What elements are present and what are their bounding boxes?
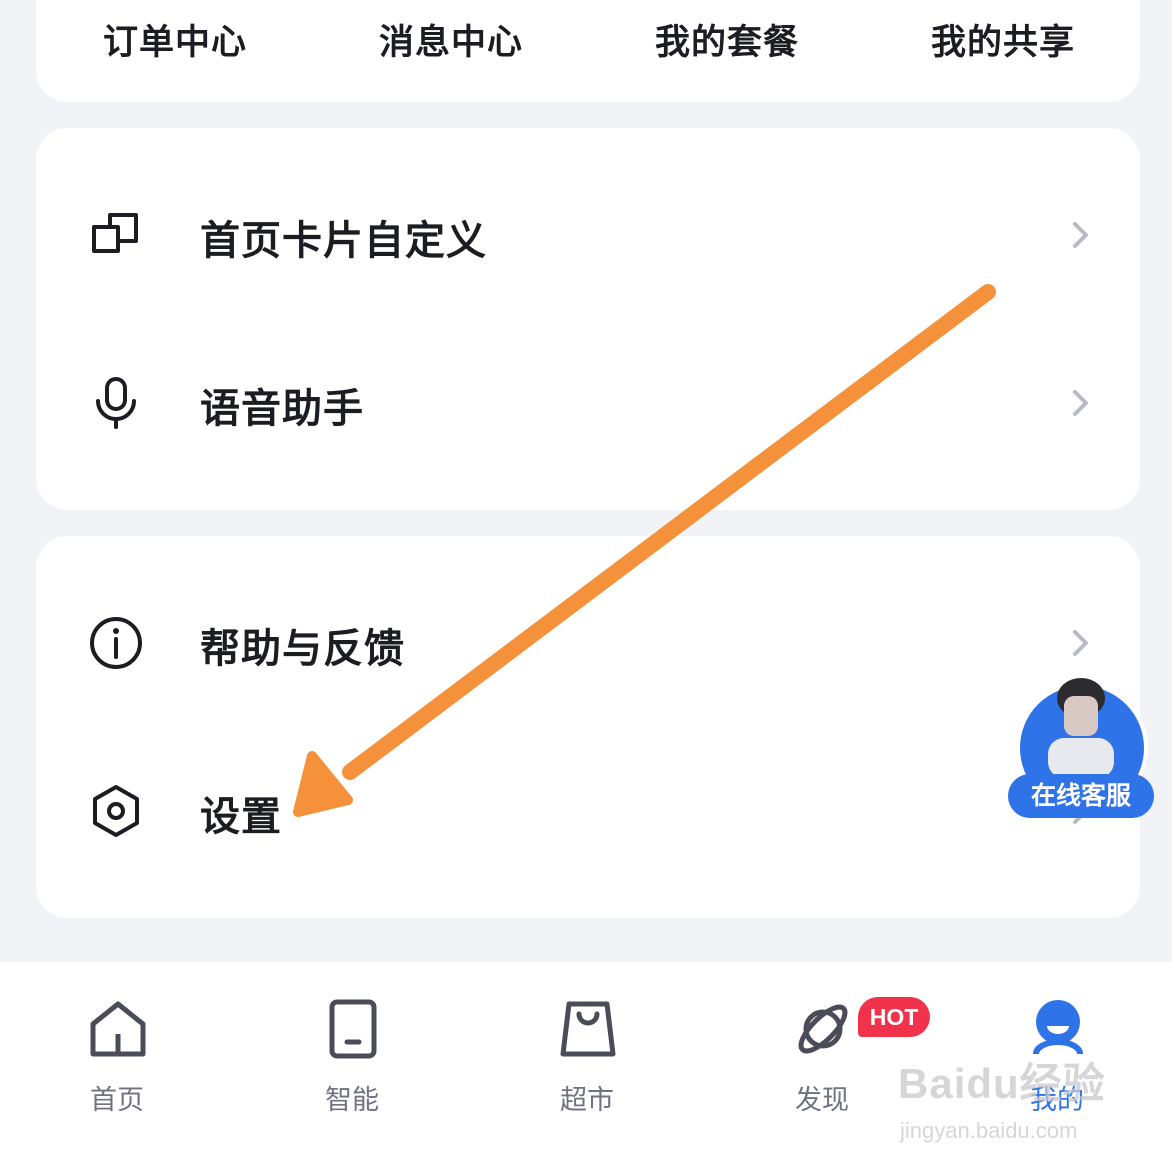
quick-link-sharing[interactable]: 我的共享 xyxy=(931,14,1075,65)
menu-item-label: 首页卡片自定义 xyxy=(200,218,487,264)
menu-item-label: 帮助与反馈 xyxy=(200,626,405,672)
tab-smart[interactable]: 智能 xyxy=(292,994,412,1116)
chevron-right-icon xyxy=(1073,222,1088,248)
watermark-url: jingyan.baidu.com xyxy=(900,1118,1078,1143)
quick-link-plans[interactable]: 我的套餐 xyxy=(655,14,799,65)
quick-link-orders[interactable]: 订单中心 xyxy=(103,14,247,65)
tablet-icon xyxy=(329,999,377,1059)
shopping-bag-icon xyxy=(560,1001,616,1057)
menu-item-home-card-customize[interactable]: 首页卡片自定义 xyxy=(36,180,1140,290)
online-service-float-button[interactable]: 在线客服 xyxy=(1008,672,1154,818)
service-label: 在线客服 xyxy=(1008,774,1154,818)
quick-link-messages[interactable]: 消息中心 xyxy=(379,14,523,65)
settings-hexagon-icon xyxy=(93,785,139,837)
hot-badge: HOT xyxy=(858,997,930,1037)
menu-item-label: 设置 xyxy=(200,794,282,840)
tab-home[interactable]: 首页 xyxy=(57,994,177,1116)
menu-item-label: 语音助手 xyxy=(200,386,364,432)
watermark-main: Baidu经验 xyxy=(898,1060,1106,1107)
baidu-watermark: Baidu经验 jingyan.baidu.com xyxy=(898,1042,1158,1152)
tab-label: 首页 xyxy=(90,1085,144,1116)
home-icon xyxy=(90,1001,146,1057)
cards-icon xyxy=(92,213,138,253)
planet-icon xyxy=(798,1004,848,1054)
tab-market[interactable]: 超市 xyxy=(527,994,647,1116)
menu-item-settings[interactable]: 设置 xyxy=(36,756,1140,866)
tab-label: 智能 xyxy=(325,1085,379,1116)
chevron-right-icon xyxy=(1073,630,1088,656)
microphone-icon xyxy=(96,377,136,429)
tab-label: 超市 xyxy=(560,1085,614,1116)
chevron-right-icon xyxy=(1073,390,1088,416)
menu-item-voice-assistant[interactable]: 语音助手 xyxy=(36,348,1140,458)
tab-label: 发现 xyxy=(795,1085,849,1116)
info-icon xyxy=(90,617,142,669)
menu-item-help-feedback[interactable]: 帮助与反馈 xyxy=(36,588,1140,698)
